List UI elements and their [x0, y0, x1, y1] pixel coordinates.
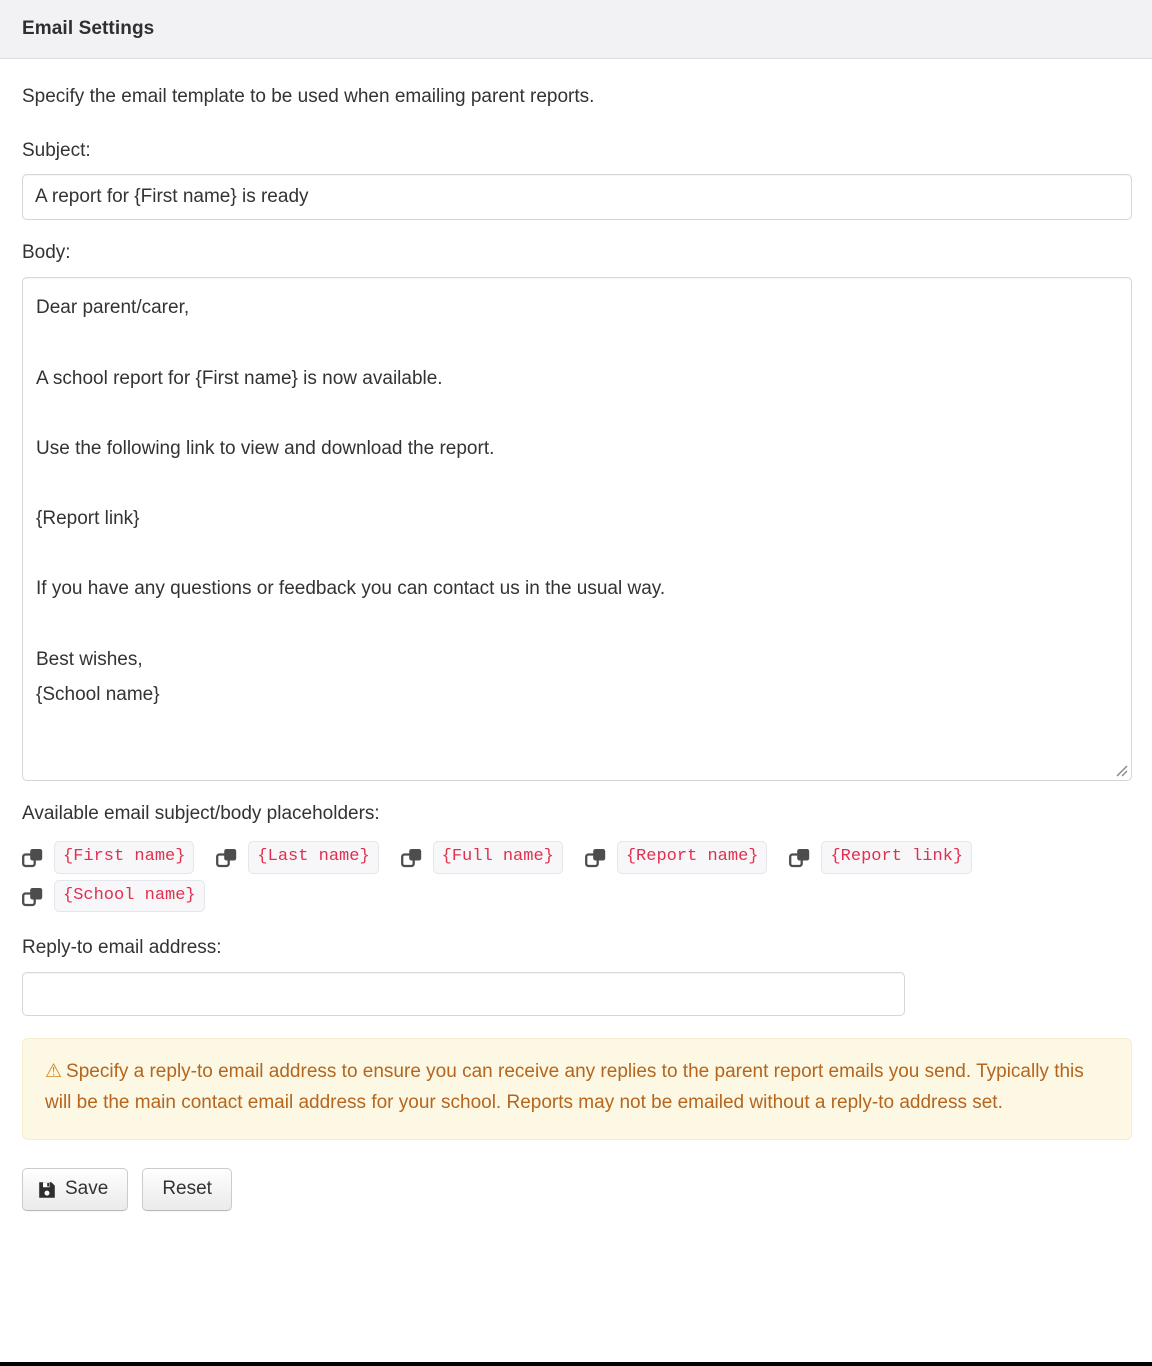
subject-field-group: Subject:: [22, 139, 1132, 221]
placeholder-item: {Report link}: [789, 841, 973, 874]
page-title: Email Settings: [22, 18, 155, 39]
copy-icon[interactable]: [400, 847, 423, 869]
copy-icon[interactable]: [789, 847, 811, 869]
form-actions: Save Reset: [22, 1167, 1130, 1226]
reply-to-email-input[interactable]: [22, 971, 905, 1016]
placeholder-token[interactable]: {Report name}: [616, 841, 768, 874]
save-floppy-icon: [38, 1181, 56, 1199]
copy-icon[interactable]: [22, 847, 44, 869]
placeholders-label: Available email subject/body placeholder…: [22, 803, 380, 825]
copy-icon[interactable]: [584, 847, 607, 869]
warning-triangle-icon: ⚠: [45, 1060, 63, 1082]
save-button[interactable]: Save: [22, 1167, 129, 1212]
subject-label: Subject:: [22, 139, 91, 161]
placeholder-token[interactable]: {First name}: [54, 841, 195, 874]
placeholder-token[interactable]: {School name}: [54, 879, 205, 913]
reply-to-warning-alert: ⚠ Specify a reply-to email address to ens…: [22, 1037, 1132, 1140]
subject-input[interactable]: [22, 174, 1132, 221]
alert-message: Specify a reply-to email address to ensu…: [45, 1060, 1084, 1113]
placeholder-token[interactable]: {Full name}: [432, 841, 563, 874]
placeholder-token[interactable]: {Last name}: [248, 841, 379, 874]
placeholder-chip-list: {First name} {Last name} {Full name} {Re…: [22, 838, 1130, 915]
intro-description: Specify the email template to be used wh…: [22, 86, 595, 107]
body-textarea-wrapper: [22, 277, 1132, 782]
body-field-group: Body:: [22, 242, 1132, 782]
placeholder-item: {Full name}: [400, 841, 563, 874]
reply-to-field-group: Reply-to email address:: [22, 937, 1130, 1016]
reset-button[interactable]: Reset: [142, 1167, 232, 1212]
settings-form: Specify the email template to be used wh…: [0, 59, 1152, 1225]
body-label: Body:: [22, 242, 71, 264]
panel-header: Email Settings: [0, 0, 1152, 59]
copy-icon[interactable]: [216, 847, 238, 869]
save-button-label: Save: [65, 1177, 109, 1199]
page-bottom-rule: [0, 1362, 1152, 1366]
placeholders-section: Available email subject/body placeholder…: [22, 803, 1130, 915]
reset-button-label: Reset: [162, 1177, 212, 1199]
body-textarea[interactable]: [22, 277, 1132, 782]
placeholder-item: {Report name}: [584, 841, 768, 874]
copy-icon[interactable]: [22, 886, 44, 908]
reply-to-label: Reply-to email address:: [22, 937, 222, 959]
placeholder-token[interactable]: {Report link}: [821, 841, 973, 874]
placeholder-item: {Last name}: [216, 841, 379, 874]
placeholder-item: {School name}: [22, 879, 205, 913]
placeholder-item: {First name}: [22, 841, 195, 874]
